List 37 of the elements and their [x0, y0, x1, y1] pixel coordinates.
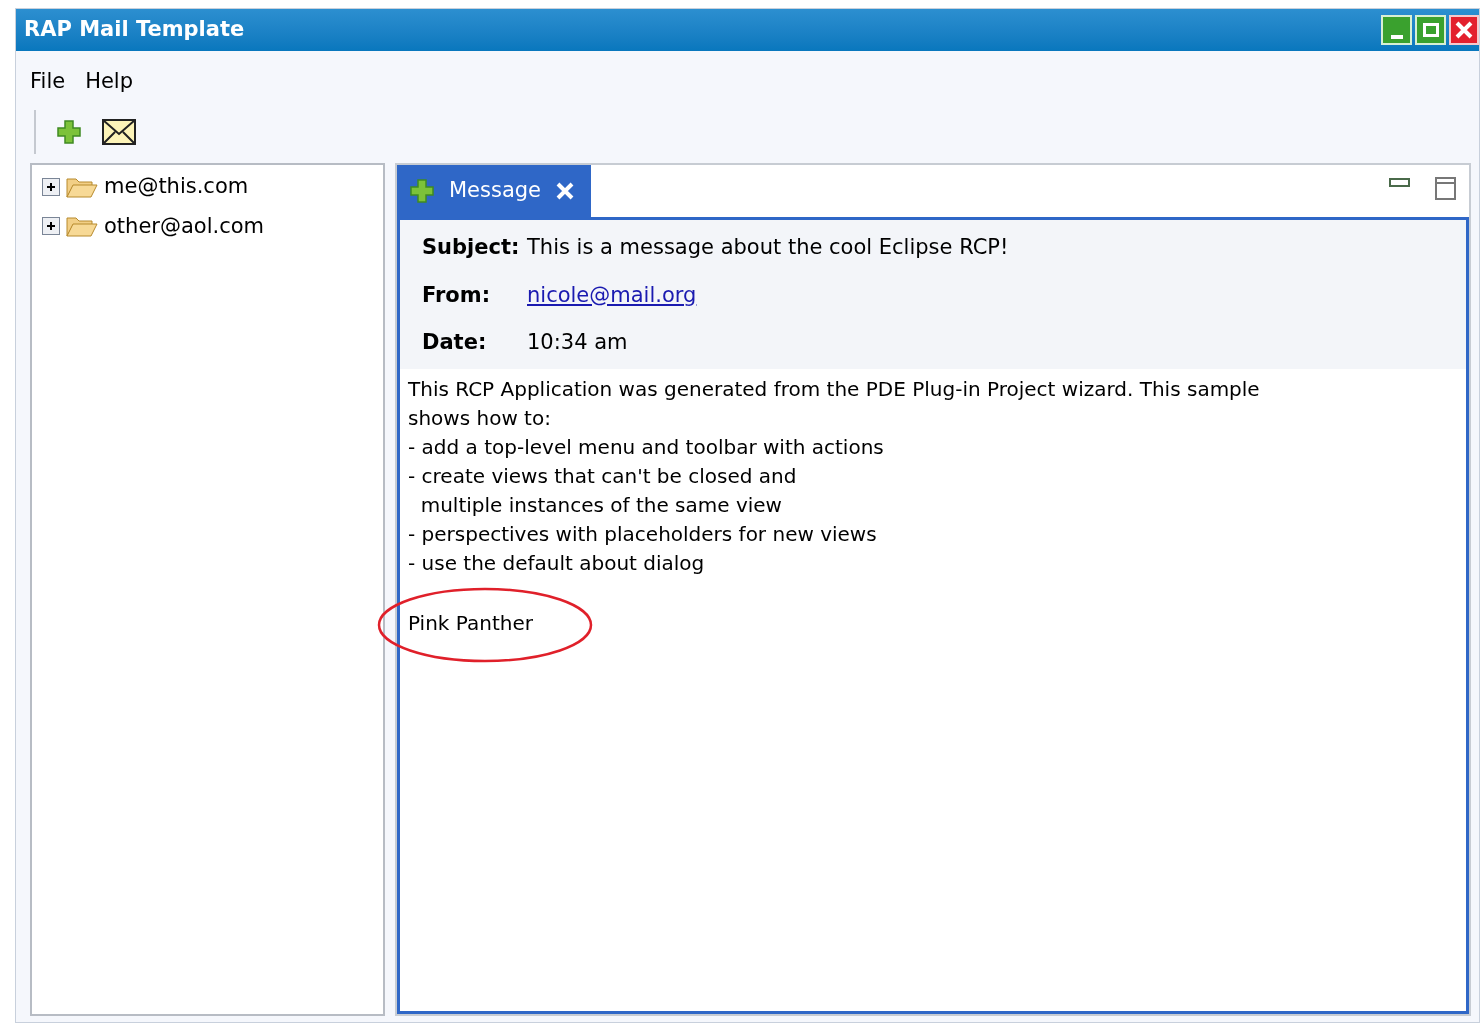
field-label: From:: [422, 281, 492, 309]
maximize-button[interactable]: [1415, 15, 1446, 45]
signature-text: Pink Panther: [408, 610, 533, 635]
field-value: 10:34 am: [527, 329, 628, 356]
body-text: - add a top-level menu and toolbar with actions: [408, 433, 885, 461]
plus-icon: [56, 119, 82, 145]
close-icon: [1455, 21, 1473, 39]
new-button[interactable]: [56, 119, 82, 145]
mail-button[interactable]: [102, 119, 136, 145]
body-text: - create views that can't be closed and: [408, 462, 798, 490]
plus-icon: [409, 178, 435, 204]
folder-icon: [66, 214, 98, 239]
envelope-icon: [102, 119, 136, 145]
body-text: multiple instances of the same view: [419, 491, 783, 519]
email-link[interactable]: nicole@mail.org: [527, 279, 697, 311]
field-label: Subject:: [422, 234, 521, 261]
body-text: This RCP Application was generated from the PDE Plug-in Project wizard. This sample: [408, 375, 1261, 403]
expand-toggle[interactable]: [42, 217, 60, 236]
menu-item[interactable]: Help: [85, 66, 134, 98]
field-value: This is a message about the cool Eclipse RCP!: [527, 234, 1009, 261]
maximize-icon[interactable]: [1435, 177, 1457, 201]
minimize-icon[interactable]: [1389, 177, 1411, 189]
tree-item[interactable]: other@aol.com: [104, 210, 265, 242]
minimize-button[interactable]: [1381, 15, 1412, 45]
window-title: RAP Mail Template: [24, 16, 245, 44]
body-text: - perspectives with placeholders for new views: [408, 520, 878, 548]
close-button[interactable]: [1449, 15, 1479, 45]
tree-item[interactable]: me@this.com: [104, 171, 249, 203]
menu-item[interactable]: File: [30, 66, 66, 98]
field-label: Date:: [422, 329, 488, 356]
body-text: - use the default about dialog: [408, 549, 706, 577]
plus-icon: [46, 221, 56, 232]
editor-tab[interactable]: Message: [397, 165, 592, 217]
expand-toggle[interactable]: [42, 177, 60, 196]
close-icon: [555, 181, 576, 201]
plus-icon: [46, 181, 56, 192]
body-text: shows how to:: [408, 404, 552, 432]
